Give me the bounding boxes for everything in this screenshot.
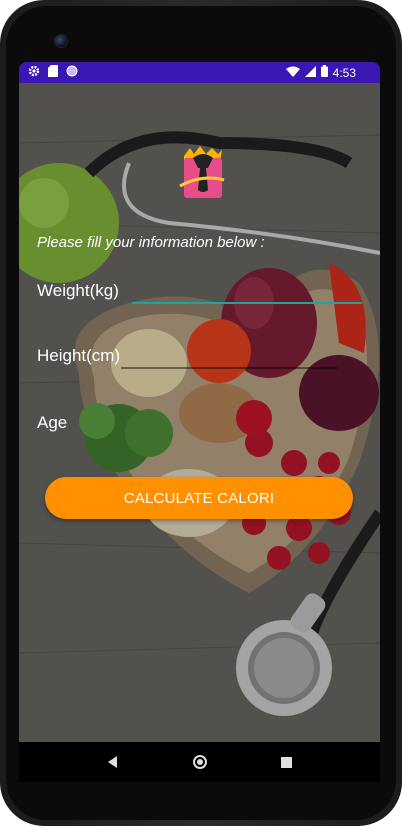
- navigation-bar: [19, 742, 380, 782]
- height-field[interactable]: Height(cm): [37, 346, 362, 369]
- height-underline: [121, 367, 337, 369]
- sd-card-icon: [48, 65, 58, 80]
- battery-icon: [320, 65, 328, 80]
- wifi-icon: [285, 66, 300, 80]
- weight-label: Weight(kg): [37, 281, 119, 300]
- weight-field[interactable]: Weight(kg): [37, 281, 362, 304]
- phone-frame: 4:53 Please fill your information below …: [0, 0, 402, 826]
- status-bar: 4:53: [19, 62, 380, 83]
- weight-underline: [132, 302, 362, 304]
- back-icon[interactable]: [103, 752, 123, 772]
- home-icon[interactable]: [190, 752, 210, 772]
- height-label: Height(cm): [37, 346, 121, 365]
- app-logo: [178, 144, 226, 200]
- calculate-button[interactable]: CALCULATE CALORI: [45, 477, 353, 519]
- front-camera: [54, 34, 68, 48]
- gear-icon: [28, 65, 40, 80]
- circle-icon: [66, 65, 78, 80]
- signal-icon: [304, 65, 316, 80]
- recents-icon[interactable]: [277, 752, 297, 772]
- status-time: 4:53: [332, 65, 356, 80]
- app-screen: 4:53 Please fill your information below …: [19, 62, 380, 782]
- age-label: Age: [37, 413, 68, 432]
- instruction-text: Please fill your information below :: [37, 234, 265, 251]
- age-field[interactable]: Age: [37, 413, 362, 433]
